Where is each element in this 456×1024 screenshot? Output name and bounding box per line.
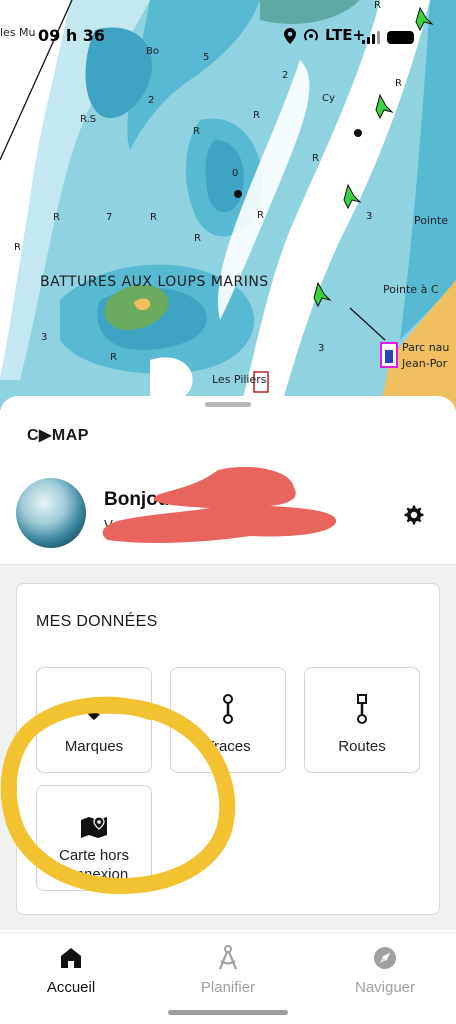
rock-marker: R (257, 210, 264, 221)
map-place-label: Les Piliers (212, 373, 267, 386)
sheet-drag-handle[interactable] (205, 402, 251, 407)
home-bottom-sheet: C▶MAP Bonjour D V MES DONNÉES Marques (0, 396, 456, 1024)
tile-label: Carte hors connexion (58, 847, 130, 883)
rock-marker: R (110, 352, 117, 363)
depth-label: Cy (322, 93, 335, 104)
avatar[interactable] (16, 478, 86, 548)
rock-marker: R (14, 242, 21, 253)
nav-navigate[interactable]: Naviguer (315, 943, 455, 1003)
rock-marker: R (193, 126, 200, 137)
nav-label: Planifier (200, 979, 256, 996)
brand-text: C▶MAP (27, 427, 89, 444)
nav-label: Accueil (46, 979, 96, 996)
rock-marker: R (150, 212, 157, 223)
nav-home[interactable]: Accueil (1, 943, 141, 1003)
depth-label: 3 (318, 343, 325, 354)
depth-label: 2 (148, 95, 155, 106)
rock-marker: R (395, 78, 402, 89)
nav-label: Naviguer (354, 979, 416, 996)
nautical-map[interactable]: les Mu Pointe Pointe à C Parc nau Jean-P… (0, 0, 456, 410)
battery-icon (387, 31, 414, 44)
route-icon (305, 694, 419, 724)
status-time: 09 h 36 (38, 26, 106, 45)
nav-plan[interactable]: Planifier (158, 943, 298, 1003)
signal-icon (362, 30, 380, 44)
rock-marker: R (374, 0, 381, 11)
my-data-title: MES DONNÉES (36, 613, 158, 630)
my-data-card: MES DONNÉES Marques Traces Routes Carte … (16, 583, 440, 915)
rock-marker: R (53, 212, 60, 223)
navigate-icon (315, 943, 455, 973)
map-place-label: Pointe à C (383, 283, 439, 296)
compass-icon (158, 943, 298, 973)
rock-marker: R (194, 233, 201, 244)
tile-offline-map[interactable]: Carte hors connexion (36, 785, 152, 891)
marker-icon (37, 694, 151, 724)
depth-label: 7 (106, 212, 113, 223)
tile-label: Marques (64, 738, 124, 755)
home-indicator[interactable] (168, 1010, 288, 1015)
depth-label: R.S (80, 114, 97, 125)
sheet-body: MES DONNÉES Marques Traces Routes Carte … (0, 564, 456, 930)
status-bar: 09 h 36 LTE+ (0, 22, 456, 52)
depth-label: 0 (232, 168, 239, 179)
offline-map-icon (37, 812, 151, 842)
depth-label: 3 (41, 332, 48, 343)
depth-label: 3 (366, 211, 373, 222)
redaction-scribble (102, 466, 337, 543)
map-area-label: BATTURES AUX LOUPS MARINS (40, 274, 269, 290)
tile-label: Routes (338, 738, 386, 755)
network-type: LTE+ (325, 26, 366, 44)
rock-marker: R (253, 110, 260, 121)
map-chart-graphics (0, 0, 456, 410)
settings-button[interactable] (398, 499, 430, 531)
home-icon (1, 943, 141, 973)
depth-label: 2 (282, 70, 289, 81)
tile-label: Traces (205, 738, 251, 755)
map-place-label: Parc nau (402, 341, 450, 354)
map-place-label: Jean-Por (402, 357, 448, 370)
tile-marks[interactable]: Marques (36, 667, 152, 773)
map-place-label: Pointe (414, 214, 449, 227)
gear-icon (404, 505, 424, 525)
tile-routes[interactable]: Routes (304, 667, 420, 773)
bottom-navigation: Accueil Planifier Naviguer (0, 932, 456, 1024)
rock-marker: R (312, 153, 319, 164)
depth-label: 5 (203, 52, 210, 63)
tile-tracks[interactable]: Traces (170, 667, 286, 773)
track-icon (171, 694, 285, 724)
cmap-logo: C▶MAP (27, 426, 89, 444)
